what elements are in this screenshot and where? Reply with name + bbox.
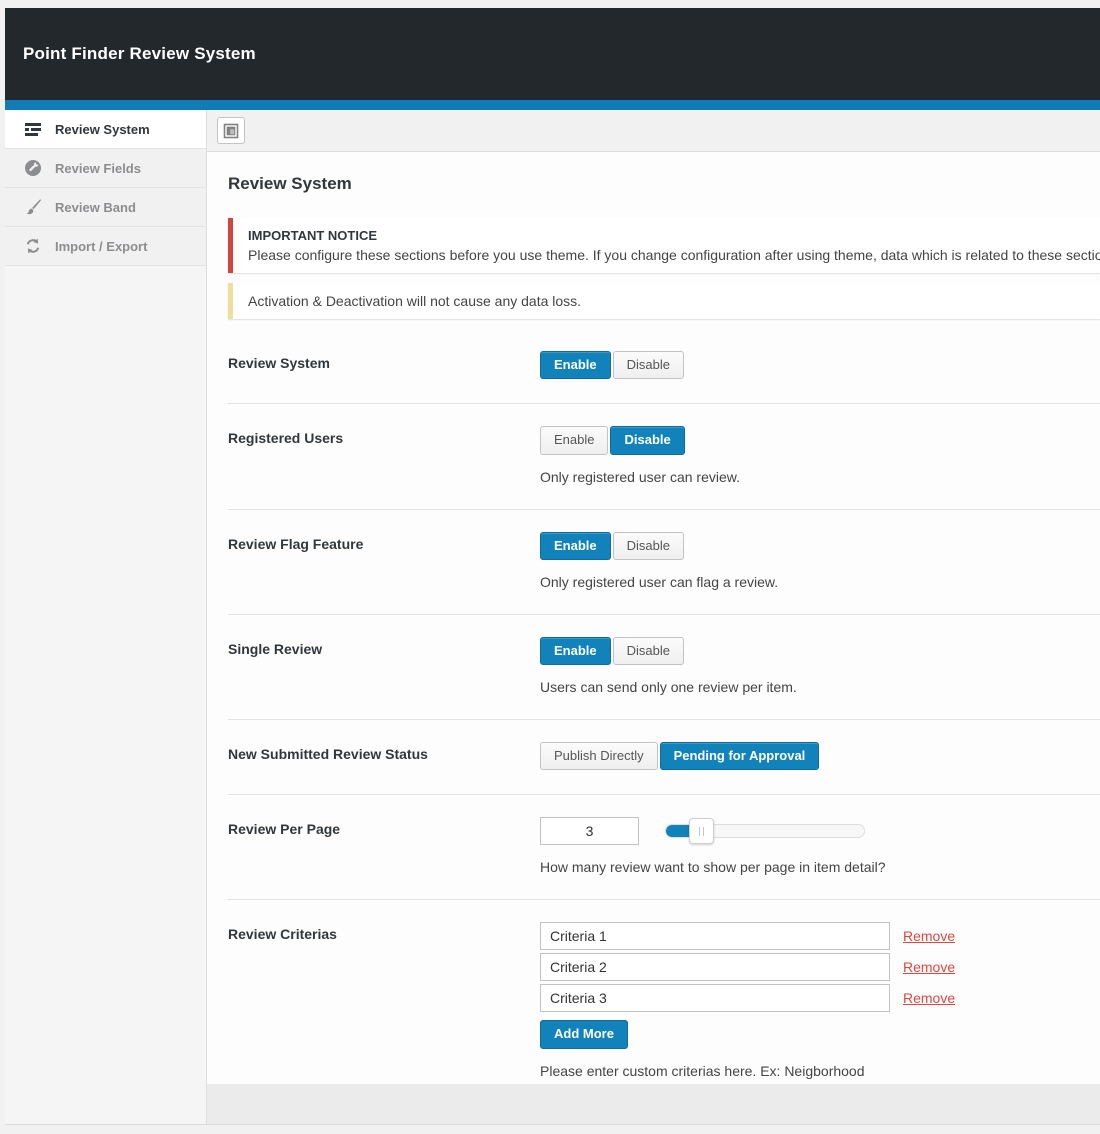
setting-label: Review Per Page — [228, 817, 540, 875]
sidebar-item-review-band[interactable]: Review Band — [5, 188, 206, 227]
sidebar-item-label: Review Fields — [55, 161, 141, 176]
toggle-group: Enable Disable — [540, 532, 1100, 560]
remove-criteria-link[interactable]: Remove — [903, 959, 955, 975]
disable-button[interactable]: Disable — [610, 426, 684, 454]
setting-label: Review System — [228, 351, 540, 379]
pending-approval-button[interactable]: Pending for Approval — [660, 742, 820, 770]
toggle-group: Enable Disable — [540, 637, 1100, 665]
criteria-input-1[interactable] — [540, 922, 890, 950]
review-per-page-slider[interactable] — [665, 824, 865, 838]
layout-icon — [223, 123, 239, 139]
toggle-group: Enable Disable — [540, 426, 1100, 454]
toggle-group: Enable Disable — [540, 351, 1100, 379]
refresh-icon — [24, 237, 42, 255]
enable-button[interactable]: Enable — [540, 426, 608, 454]
setting-row-review-flag: Review Flag Feature Enable Disable Only … — [228, 510, 1100, 615]
disable-button[interactable]: Disable — [613, 532, 684, 560]
remove-criteria-link[interactable]: Remove — [903, 990, 955, 1006]
setting-row-review-criterias: Review Criterias Remove Remove Remove — [228, 900, 1100, 1084]
setting-help-text: Please enter custom criterias here. Ex: … — [540, 1063, 1100, 1079]
setting-help-text: Users can send only one review per item. — [540, 679, 1100, 695]
setting-label: Single Review — [228, 637, 540, 695]
setting-help-text: Only registered user can flag a review. — [540, 574, 1100, 590]
setting-row-single-review: Single Review Enable Disable Users can s… — [228, 615, 1100, 720]
setting-help-text: How many review want to show per page in… — [540, 859, 1100, 875]
publish-directly-button[interactable]: Publish Directly — [540, 742, 658, 770]
setting-row-review-per-page: Review Per Page H — [228, 795, 1100, 900]
content-toolbar — [207, 110, 1100, 152]
setting-label: Review Criterias — [228, 922, 540, 1078]
toggle-group: Publish Directly Pending for Approval — [540, 742, 1100, 770]
info-notice: Activation & Deactivation will not cause… — [228, 283, 1100, 319]
setting-label: Registered Users — [228, 426, 540, 484]
criteria-input-2[interactable] — [540, 953, 890, 981]
disable-button[interactable]: Disable — [613, 637, 684, 665]
criteria-row: Remove — [540, 922, 1100, 950]
wrench-circle-icon — [24, 159, 42, 177]
important-notice: IMPORTANT NOTICE Please configure these … — [228, 218, 1100, 273]
notice-text: Please configure these sections before y… — [248, 247, 1085, 263]
setting-row-registered-users: Registered Users Enable Disable Only reg… — [228, 404, 1100, 509]
notice-title: IMPORTANT NOTICE — [248, 228, 1085, 243]
plugin-settings-window: Point Finder Review System Review System… — [5, 8, 1100, 1125]
remove-criteria-link[interactable]: Remove — [903, 928, 955, 944]
setting-row-review-system: Review System Enable Disable — [228, 329, 1100, 404]
sidebar-item-review-fields[interactable]: Review Fields — [5, 149, 206, 188]
header-accent-strip — [5, 100, 1100, 110]
criteria-row: Remove — [540, 953, 1100, 981]
review-per-page-input[interactable] — [540, 817, 639, 845]
notice-text: Activation & Deactivation will not cause… — [248, 293, 1085, 309]
content-footer — [207, 1084, 1100, 1124]
enable-button[interactable]: Enable — [540, 637, 611, 665]
enable-button[interactable]: Enable — [540, 351, 611, 379]
sidebar-item-label: Import / Export — [55, 239, 147, 254]
slider-grip — [703, 827, 704, 836]
criteria-input-3[interactable] — [540, 984, 890, 1012]
app-header: Point Finder Review System — [5, 8, 1100, 100]
disable-button[interactable]: Disable — [613, 351, 684, 379]
page-title: Review System — [228, 174, 1100, 194]
brush-icon — [24, 198, 42, 216]
criteria-row: Remove — [540, 984, 1100, 1012]
slider-handle[interactable] — [689, 818, 714, 844]
settings-content: Review System IMPORTANT NOTICE Please co… — [207, 110, 1100, 1125]
app-title: Point Finder Review System — [5, 44, 256, 64]
layout-toggle-button[interactable] — [217, 117, 245, 144]
sidebar-item-label: Review Band — [55, 200, 136, 215]
setting-label: New Submitted Review Status — [228, 742, 540, 770]
list-bars-icon — [24, 120, 42, 138]
sidebar-item-import-export[interactable]: Import / Export — [5, 227, 206, 266]
settings-panel: Review System IMPORTANT NOTICE Please co… — [207, 152, 1100, 1084]
sidebar-item-label: Review System — [55, 122, 150, 137]
enable-button[interactable]: Enable — [540, 532, 611, 560]
add-more-button[interactable]: Add More — [540, 1020, 628, 1048]
settings-sidebar: Review System Review Fields Review Band … — [5, 110, 207, 1125]
slider-grip — [699, 827, 700, 836]
setting-help-text: Only registered user can review. — [540, 469, 1100, 485]
setting-label: Review Flag Feature — [228, 532, 540, 590]
setting-row-new-review-status: New Submitted Review Status Publish Dire… — [228, 720, 1100, 795]
sidebar-item-review-system[interactable]: Review System — [5, 110, 206, 149]
